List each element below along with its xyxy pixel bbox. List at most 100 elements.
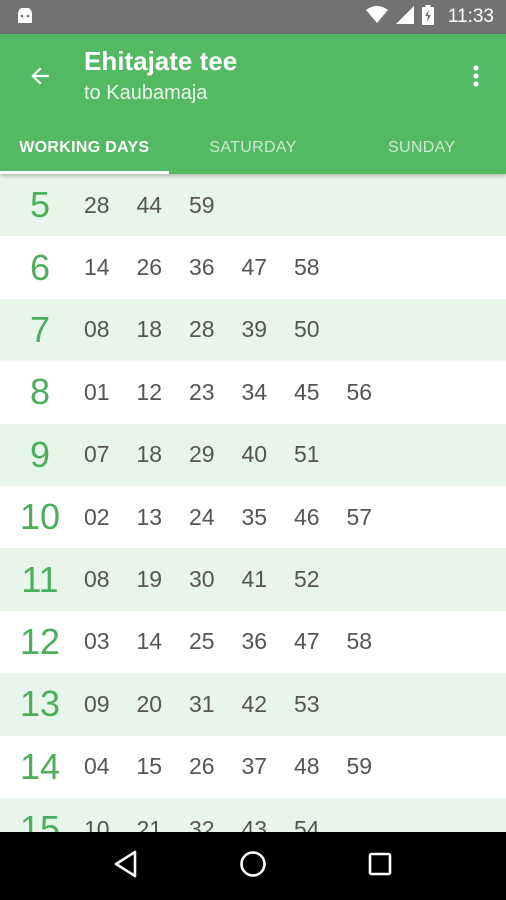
day-tabs: WORKING DAYS SATURDAY SUNDAY: [0, 122, 506, 174]
android-icon: [16, 7, 34, 29]
departure-minute: 36: [189, 254, 215, 281]
hour-label: 6: [29, 246, 51, 288]
cell-signal-icon: [395, 5, 414, 29]
departure-minute: 31: [189, 690, 215, 717]
departure-minute: 39: [241, 316, 268, 343]
departure-minute: 14: [84, 254, 110, 281]
battery-charging-icon: [421, 4, 434, 30]
departure-minute: 45: [294, 378, 320, 405]
minutes-list: 28 44 59: [84, 192, 242, 219]
departure-minute: 28: [189, 316, 215, 343]
departure-minute: 37: [241, 753, 268, 780]
timetable-row: 7 08 18 28 39 50: [0, 298, 506, 362]
timetable-row: 14 04 15 26 37 48 59: [0, 736, 506, 798]
departure-minute: 01: [84, 378, 110, 405]
hour-label: 14: [19, 745, 61, 787]
minutes-list: 08 19 30 41 52: [84, 566, 347, 593]
departure-minute: 18: [136, 441, 163, 468]
status-bar: 11:33: [0, 0, 506, 34]
overflow-menu-button[interactable]: [464, 58, 488, 98]
departure-minute: 43: [241, 815, 268, 832]
status-time: 11:33: [447, 6, 494, 27]
arrow-back-icon: [27, 63, 53, 94]
departure-minute: 08: [84, 566, 110, 593]
minutes-list: 09 20 31 42 53: [84, 691, 347, 718]
timetable-row: 8 01 12 23 34 45 56: [0, 361, 506, 423]
hour-label: 13: [19, 683, 61, 725]
departure-minute: 20: [136, 690, 163, 717]
departure-minute: 10: [84, 815, 110, 832]
minutes-list: 03 14 25 36 47 58: [84, 628, 399, 655]
departure-minute: 02: [84, 503, 110, 530]
departure-minute: 07: [84, 441, 110, 468]
nav-home-button[interactable]: [223, 836, 283, 896]
departure-minute: 57: [346, 503, 373, 530]
page-subtitle: to Kaubamaja: [84, 82, 208, 104]
back-button[interactable]: [20, 58, 60, 98]
departure-minute: 03: [84, 628, 110, 655]
departure-minute: 12: [136, 378, 163, 405]
navigation-bar: [0, 832, 506, 900]
timetable-row: 10 02 13 24 35 46 57: [0, 486, 506, 548]
departure-minute: 30: [189, 566, 215, 593]
departure-minute: 53: [294, 690, 320, 717]
departure-minute: 23: [189, 378, 215, 405]
wifi-icon: [365, 5, 388, 29]
departure-minute: 50: [294, 316, 320, 343]
minutes-list: 07 18 29 40 51: [84, 441, 347, 468]
tab-sunday[interactable]: SUNDAY: [337, 122, 506, 174]
minutes-list: 10 21 32 43 54: [84, 816, 347, 832]
hour-label: 8: [29, 371, 51, 413]
departure-minute: 52: [294, 566, 320, 593]
departure-minute: 47: [241, 254, 268, 281]
departure-minute: 36: [241, 628, 268, 655]
hour-label: 7: [29, 308, 51, 350]
square-recents-icon: [368, 852, 392, 881]
minutes-list: 08 18 28 39 50: [84, 316, 347, 343]
hour-label: 11: [21, 558, 59, 600]
timetable-row: 11 08 19 30 41 52: [0, 548, 506, 611]
departure-minute: 58: [294, 254, 320, 281]
nav-back-button[interactable]: [96, 836, 156, 896]
timetable-row: 5 28 44 59: [0, 174, 506, 237]
departure-minute: 44: [136, 191, 163, 218]
departure-minute: 54: [294, 815, 320, 832]
departure-minute: 51: [294, 441, 320, 468]
departure-minute: 34: [241, 378, 268, 405]
departure-minute: 46: [294, 503, 320, 530]
tab-saturday[interactable]: SATURDAY: [169, 122, 338, 174]
departure-minute: 59: [189, 191, 215, 218]
app-bar: Ehitajate tee to Kaubamaja WORKING DAYS …: [0, 34, 506, 174]
departure-minute: 25: [189, 628, 215, 655]
minutes-list: 01 12 23 34 45 56: [84, 379, 399, 406]
more-vert-icon: [473, 64, 479, 93]
departure-minute: 14: [136, 628, 163, 655]
departure-minute: 09: [84, 690, 110, 717]
departure-minute: 26: [189, 753, 215, 780]
timetable-row: 12 03 14 25 36 47 58: [0, 611, 506, 673]
timetable-row: 15 10 21 32 43 54: [0, 797, 506, 832]
circle-home-icon: [239, 850, 267, 883]
minutes-list: 02 13 24 35 46 57: [84, 504, 399, 531]
nav-recents-button[interactable]: [350, 836, 410, 896]
departure-minute: 32: [189, 815, 215, 832]
page-title: Ehitajate tee: [84, 46, 238, 76]
hour-label: 12: [19, 620, 61, 662]
minutes-list: 14 26 36 47 58: [84, 254, 347, 281]
tab-working-days[interactable]: WORKING DAYS: [0, 122, 169, 174]
departure-minute: 48: [294, 753, 320, 780]
departure-minute: 18: [136, 316, 163, 343]
departure-minute: 59: [346, 753, 373, 780]
hour-label: 9: [29, 433, 51, 475]
hour-label: 15: [19, 808, 61, 832]
departure-minute: 35: [241, 503, 268, 530]
hour-label: 10: [19, 496, 61, 538]
departure-minute: 21: [136, 815, 163, 832]
departure-minute: 56: [346, 378, 373, 405]
departure-minute: 28: [84, 191, 110, 218]
hour-label: 5: [29, 184, 51, 226]
departure-minute: 58: [346, 628, 373, 655]
triangle-back-icon: [113, 850, 139, 883]
minutes-list: 04 15 26 37 48 59: [84, 753, 399, 780]
timetable-list[interactable]: 5 28 44 59 6 14 26 36 47 58 7 08 18 28 39 50 8 01 12 23 34 45…: [0, 174, 506, 832]
